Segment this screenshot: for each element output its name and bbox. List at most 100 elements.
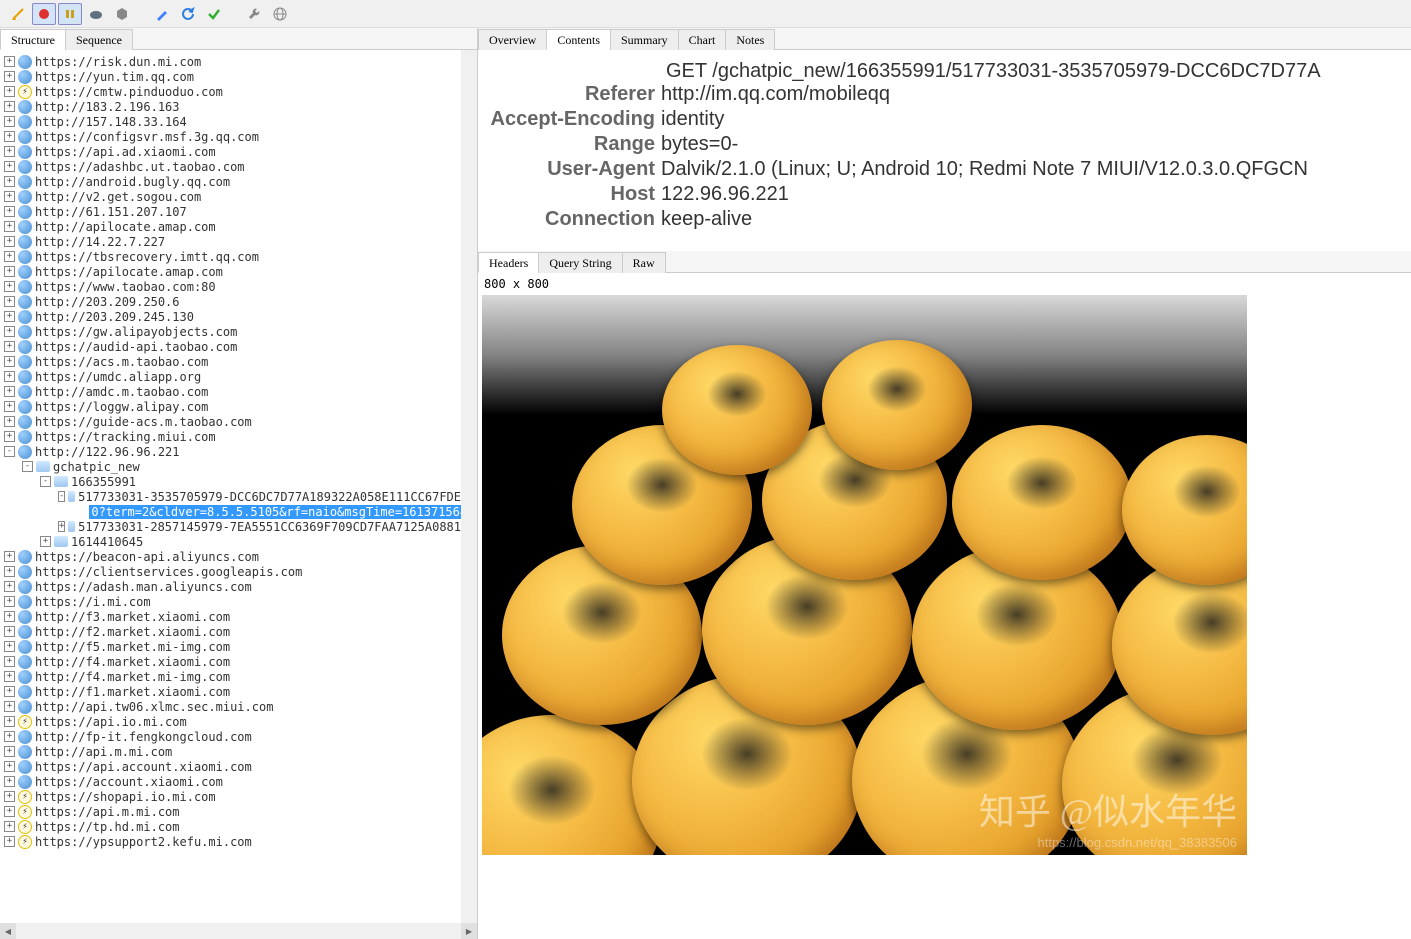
- tree-toggle[interactable]: +: [4, 626, 15, 637]
- tree-item[interactable]: +http://183.2.196.163: [0, 99, 461, 114]
- tab-query-string[interactable]: Query String: [538, 252, 622, 273]
- tree-toggle[interactable]: +: [4, 686, 15, 697]
- tree-toggle[interactable]: +: [4, 356, 15, 367]
- tab-headers[interactable]: Headers: [478, 252, 539, 273]
- tree-item[interactable]: +https://apilocate.amap.com: [0, 264, 461, 279]
- tree-item[interactable]: +⚡https://api.m.mi.com: [0, 804, 461, 819]
- tree-item[interactable]: +⚡https://shopapi.io.mi.com: [0, 789, 461, 804]
- tab-structure[interactable]: Structure: [0, 29, 66, 50]
- tree-item[interactable]: +⚡https://ypsupport2.kefu.mi.com: [0, 834, 461, 849]
- tree-toggle[interactable]: +: [4, 416, 15, 427]
- tree-item[interactable]: +⚡https://cmtw.pinduoduo.com: [0, 84, 461, 99]
- tree-toggle[interactable]: +: [4, 71, 15, 82]
- tree-toggle[interactable]: -: [40, 476, 51, 487]
- tree-item[interactable]: -http://122.96.96.221: [0, 444, 461, 459]
- tree-toggle[interactable]: +: [4, 161, 15, 172]
- tree-toggle[interactable]: +: [4, 791, 15, 802]
- tree-item[interactable]: +http://android.bugly.qq.com: [0, 174, 461, 189]
- tree-toggle[interactable]: +: [4, 401, 15, 412]
- tree-item[interactable]: +http://v2.get.sogou.com: [0, 189, 461, 204]
- tree-item[interactable]: +http://f4.market.mi-img.com: [0, 669, 461, 684]
- tree-item[interactable]: +http://61.151.207.107: [0, 204, 461, 219]
- tree-toggle[interactable]: +: [4, 146, 15, 157]
- tree-item[interactable]: +0?term=2&cldver=8.5.5.5105&rf=naio&msgT…: [0, 504, 461, 519]
- tree-toggle[interactable]: +: [40, 536, 51, 547]
- tree-toggle[interactable]: +: [4, 311, 15, 322]
- tree-item[interactable]: +https://beacon-api.aliyuncs.com: [0, 549, 461, 564]
- tree-item[interactable]: +1614410645: [0, 534, 461, 549]
- tree-item[interactable]: +517733031-2857145979-7EA5551CC6369F709C…: [0, 519, 461, 534]
- turtle-icon[interactable]: [84, 3, 108, 25]
- tree-item[interactable]: +https://umdc.aliapp.org: [0, 369, 461, 384]
- tree-item[interactable]: +https://api.ad.xiaomi.com: [0, 144, 461, 159]
- tab-contents[interactable]: Contents: [546, 29, 611, 50]
- tree-item[interactable]: +https://audid-api.taobao.com: [0, 339, 461, 354]
- tab-raw[interactable]: Raw: [622, 252, 666, 273]
- tree-toggle[interactable]: +: [4, 56, 15, 67]
- tree-toggle[interactable]: +: [4, 611, 15, 622]
- tree-toggle[interactable]: +: [4, 701, 15, 712]
- globe-icon[interactable]: [268, 3, 292, 25]
- pen-icon[interactable]: [150, 3, 174, 25]
- tab-notes[interactable]: Notes: [725, 29, 775, 50]
- tree-item[interactable]: +https://adash.man.aliyuncs.com: [0, 579, 461, 594]
- tree-toggle[interactable]: +: [4, 101, 15, 112]
- tree-item[interactable]: +http://fp-it.fengkongcloud.com: [0, 729, 461, 744]
- tree-item[interactable]: +http://f4.market.xiaomi.com: [0, 654, 461, 669]
- tree-toggle[interactable]: +: [4, 581, 15, 592]
- scroll-left-icon[interactable]: ◀: [0, 923, 16, 939]
- tree-item[interactable]: +https://adashbc.ut.taobao.com: [0, 159, 461, 174]
- tree-item[interactable]: +⚡https://tp.hd.mi.com: [0, 819, 461, 834]
- tree-toggle[interactable]: +: [4, 806, 15, 817]
- tree-toggle[interactable]: +: [4, 131, 15, 142]
- tree-toggle[interactable]: +: [4, 761, 15, 772]
- tree-item[interactable]: +https://tbsrecovery.imtt.qq.com: [0, 249, 461, 264]
- tree-toggle[interactable]: +: [58, 521, 65, 532]
- tree-item[interactable]: +https://acs.m.taobao.com: [0, 354, 461, 369]
- tree-item[interactable]: +http://157.148.33.164: [0, 114, 461, 129]
- tree-toggle[interactable]: -: [4, 446, 15, 457]
- tree-toggle[interactable]: +: [4, 746, 15, 757]
- tree-item[interactable]: +http://amdc.m.taobao.com: [0, 384, 461, 399]
- tree-toggle[interactable]: +: [4, 296, 15, 307]
- tree-toggle[interactable]: +: [4, 281, 15, 292]
- tree-item[interactable]: +http://api.tw06.xlmc.sec.miui.com: [0, 699, 461, 714]
- tree-item[interactable]: +https://loggw.alipay.com: [0, 399, 461, 414]
- tree-toggle[interactable]: +: [4, 191, 15, 202]
- tree-toggle[interactable]: +: [4, 386, 15, 397]
- tree-item[interactable]: +http://apilocate.amap.com: [0, 219, 461, 234]
- tree-toggle[interactable]: +: [4, 566, 15, 577]
- tree-toggle[interactable]: +: [4, 371, 15, 382]
- check-icon[interactable]: [202, 3, 226, 25]
- tree-item[interactable]: +http://api.m.mi.com: [0, 744, 461, 759]
- tree-toggle[interactable]: -: [58, 491, 65, 502]
- tree-toggle[interactable]: +: [4, 656, 15, 667]
- tree-toggle[interactable]: +: [4, 221, 15, 232]
- tree-toggle[interactable]: +: [4, 326, 15, 337]
- tree-toggle[interactable]: +: [4, 641, 15, 652]
- tree-toggle[interactable]: +: [4, 266, 15, 277]
- tree-toggle[interactable]: +: [4, 716, 15, 727]
- tree-item[interactable]: +http://203.209.250.6: [0, 294, 461, 309]
- tree-toggle[interactable]: +: [4, 596, 15, 607]
- tree-item[interactable]: +http://14.22.7.227: [0, 234, 461, 249]
- tree-item[interactable]: +http://f5.market.mi-img.com: [0, 639, 461, 654]
- tree-item[interactable]: +https://www.taobao.com:80: [0, 279, 461, 294]
- tree-toggle[interactable]: -: [22, 461, 33, 472]
- tree-item[interactable]: +http://f2.market.xiaomi.com: [0, 624, 461, 639]
- wrench-icon[interactable]: [242, 3, 266, 25]
- tree-item[interactable]: +https://tracking.miui.com: [0, 429, 461, 444]
- tree-toggle[interactable]: +: [4, 821, 15, 832]
- structure-tree[interactable]: +https://risk.dun.mi.com+https://yun.tim…: [0, 50, 461, 923]
- tree-item[interactable]: -517733031-3535705979-DCC6DC7D77A189322A…: [0, 489, 461, 504]
- tree-item[interactable]: +http://f3.market.xiaomi.com: [0, 609, 461, 624]
- tree-item[interactable]: +https://account.xiaomi.com: [0, 774, 461, 789]
- tree-toggle[interactable]: +: [4, 116, 15, 127]
- tab-sequence[interactable]: Sequence: [65, 29, 133, 50]
- tree-item[interactable]: +⚡https://api.io.mi.com: [0, 714, 461, 729]
- horizontal-scrollbar[interactable]: ◀ ▶: [0, 923, 477, 939]
- tree-item[interactable]: +https://api.account.xiaomi.com: [0, 759, 461, 774]
- tree-item[interactable]: +https://guide-acs.m.taobao.com: [0, 414, 461, 429]
- tree-toggle[interactable]: +: [4, 776, 15, 787]
- tree-item[interactable]: +http://203.209.245.130: [0, 309, 461, 324]
